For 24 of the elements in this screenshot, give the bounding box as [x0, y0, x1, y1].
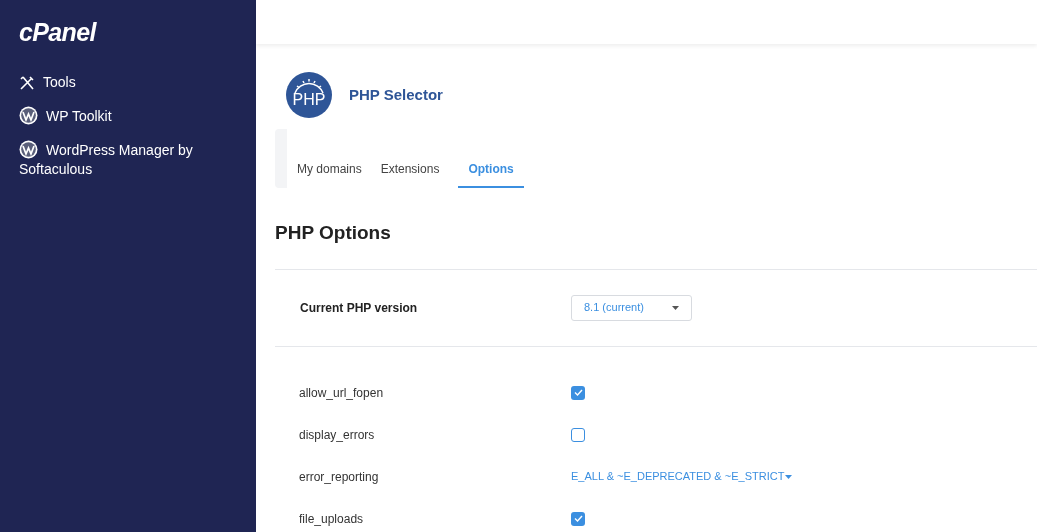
tab[interactable]: Extensions — [380, 160, 440, 188]
option-name: file_uploads — [299, 510, 365, 528]
checkbox[interactable] — [571, 385, 585, 400]
gauge-icon: PHP — [286, 72, 332, 118]
sidebar-item[interactable]: Tools — [19, 73, 237, 92]
tools-icon — [19, 75, 35, 91]
option-name: display_errors — [299, 426, 376, 444]
wordpress-icon — [19, 140, 38, 159]
section-title: PHP Options — [275, 221, 392, 245]
option-name: allow_url_fopen — [299, 384, 385, 402]
wordpress-icon — [19, 106, 38, 125]
cpanel-logo[interactable]: cPanel — [19, 18, 96, 46]
caret-icon — [672, 305, 679, 310]
version-dropdown[interactable]: 8.1 (current) — [571, 294, 692, 321]
field-label: Current PHP version — [300, 299, 419, 317]
value-dropdown[interactable]: E_ALL & ~E_DEPRECATED & ~E_STRICT — [571, 468, 793, 485]
option-name: error_reporting — [299, 468, 380, 486]
tab[interactable]: My domains — [297, 160, 362, 188]
sidebar-item[interactable]: WordPress Manager by Softaculous — [19, 140, 237, 179]
sidebar-item[interactable]: WP Toolkit — [19, 106, 237, 126]
page-title: PHP Selector — [349, 84, 443, 105]
checkbox[interactable] — [571, 511, 585, 526]
caret-icon — [785, 474, 793, 479]
checkbox[interactable] — [571, 427, 585, 442]
